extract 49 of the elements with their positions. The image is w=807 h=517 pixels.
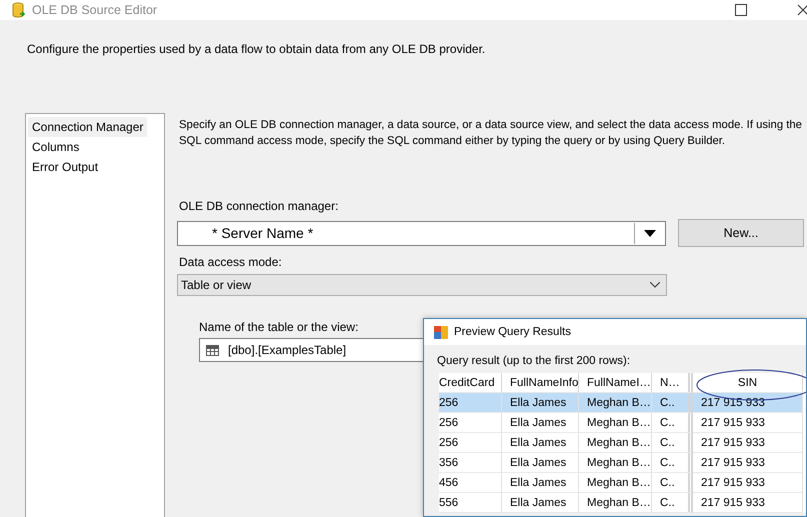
database-icon bbox=[12, 2, 26, 18]
window-title: OLE DB Source Editor bbox=[32, 3, 158, 17]
chevron-down-icon bbox=[650, 282, 660, 288]
table-cell: 456 bbox=[439, 473, 502, 493]
close-icon[interactable] bbox=[797, 4, 807, 16]
table-cell: C.. bbox=[652, 393, 693, 413]
sidebar-item[interactable]: Connection Manager bbox=[28, 117, 148, 137]
table-cell: 556 bbox=[439, 493, 502, 513]
table-cell: C.. bbox=[652, 473, 693, 493]
table-cell: Ella James bbox=[502, 413, 579, 433]
table-cell: Ella James bbox=[502, 453, 579, 473]
table-cell: 256 bbox=[439, 393, 502, 413]
table-cell: 217 915 933 bbox=[693, 493, 803, 513]
table-cell: Meghan B… bbox=[579, 413, 652, 433]
table-cell: Meghan B… bbox=[579, 473, 652, 493]
field-label: Data access mode: bbox=[179, 255, 282, 269]
window-icon bbox=[434, 326, 448, 338]
instructions-text: Specify an OLE DB connection manager, a data source, or a data source view, and select the data access mode. If using the SQL command access mode, specify the SQL command either by typing the query or by using Query Builder. bbox=[179, 118, 803, 149]
table-cell: C.. bbox=[652, 413, 693, 433]
connection-combo[interactable]: * Server Name * bbox=[177, 220, 666, 246]
new-button[interactable]: New... bbox=[678, 219, 804, 247]
table-cell: Meghan B… bbox=[579, 493, 652, 513]
sidebar-item[interactable]: Error Output bbox=[28, 157, 102, 177]
field-label: Name of the table or the view: bbox=[199, 320, 358, 334]
access-mode-dropdown[interactable]: Table or view bbox=[177, 274, 667, 296]
table-cell: 356 bbox=[439, 453, 502, 473]
table-icon bbox=[206, 344, 219, 356]
field-label: OLE DB connection manager: bbox=[179, 199, 338, 213]
table-cell: C.. bbox=[652, 433, 693, 453]
table-cell: Ella James bbox=[502, 393, 579, 413]
table-cell: Meghan B… bbox=[579, 433, 652, 453]
table-cell: C.. bbox=[652, 453, 693, 473]
table-cell: Meghan B… bbox=[579, 393, 652, 413]
dropdown-arrow-icon[interactable] bbox=[644, 230, 656, 236]
table-cell: Ella James bbox=[502, 493, 579, 513]
table-cell: 256 bbox=[439, 413, 502, 433]
table-cell: 217 915 933 bbox=[693, 453, 803, 473]
window-title: Preview Query Results bbox=[454, 326, 571, 338]
sidebar-item[interactable]: Columns bbox=[28, 137, 84, 157]
maximize-button[interactable] bbox=[735, 4, 747, 16]
table-cell: 217 915 933 bbox=[693, 473, 803, 493]
table-cell: 217 915 933 bbox=[693, 413, 803, 433]
table-cell: Ella James bbox=[502, 473, 579, 493]
table-cell: 256 bbox=[439, 433, 502, 453]
table-cell: 217 915 933 bbox=[693, 433, 803, 453]
table-cell: Meghan B… bbox=[579, 453, 652, 473]
description-text: Configure the properties used by a data flow to obtain data from any OLE DB provider. bbox=[27, 42, 486, 56]
table-cell: Ella James bbox=[502, 433, 579, 453]
table-cell: C.. bbox=[652, 493, 693, 513]
